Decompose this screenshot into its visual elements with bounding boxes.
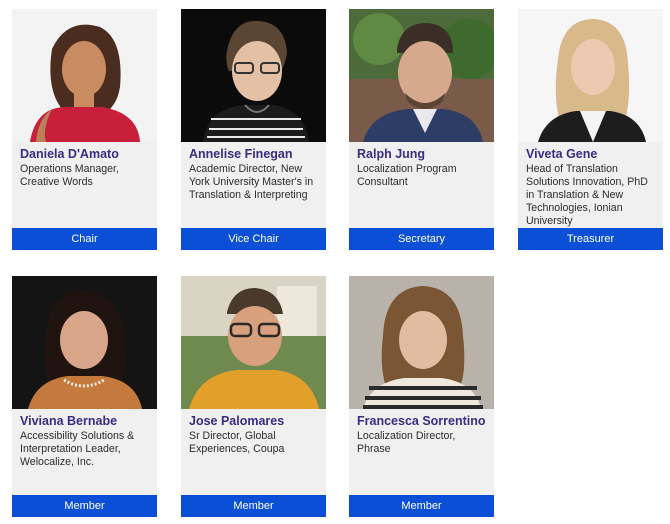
- member-name: Jose Palomares: [189, 414, 285, 428]
- member-title: Localization Director, Phrase: [357, 430, 456, 455]
- member-card-ralph: Ralph Jung Localization Program Consulta…: [349, 9, 494, 250]
- member-title: Sr Director, Global Experiences, Coupa: [189, 430, 285, 455]
- member-photo: [181, 9, 326, 142]
- role-button-vice-chair[interactable]: Vice Chair: [181, 228, 326, 250]
- member-photo: [12, 9, 157, 142]
- member-card-jose: Jose Palomares Sr Director, Global Exper…: [181, 276, 326, 517]
- role-button-treasurer[interactable]: Treasurer: [518, 228, 663, 250]
- member-name: Viviana Bernabe: [20, 414, 118, 428]
- member-name: Daniela D'Amato: [20, 147, 119, 161]
- member-title: Head of Translation Solutions Innovation…: [526, 163, 648, 227]
- role-button-chair[interactable]: Chair: [12, 228, 157, 250]
- member-name: Ralph Jung: [357, 147, 426, 161]
- role-button-member[interactable]: Member: [349, 495, 494, 517]
- member-card-francesca: Francesca Sorrentino Localization Direct…: [349, 276, 494, 517]
- member-card-viviana: Viviana Bernabe Accessibility Solutions …: [12, 276, 157, 517]
- member-title: Academic Director, New York University M…: [189, 163, 314, 201]
- member-name: Annelise Finegan: [189, 147, 293, 161]
- role-button-member[interactable]: Member: [12, 495, 157, 517]
- member-photo: [349, 276, 494, 409]
- member-photo: [12, 276, 157, 409]
- role-button-member[interactable]: Member: [181, 495, 326, 517]
- member-title: Operations Manager, Creative Words: [20, 163, 119, 188]
- member-name: Francesca Sorrentino: [357, 414, 486, 428]
- member-card-viveta: Viveta Gene Head of Translation Solution…: [518, 9, 663, 250]
- member-photo: [181, 276, 326, 409]
- role-button-secretary[interactable]: Secretary: [349, 228, 494, 250]
- member-photo: [518, 9, 663, 142]
- member-card-daniela: Daniela D'Amato Operations Manager, Crea…: [12, 9, 157, 250]
- member-name: Viveta Gene: [526, 147, 598, 161]
- member-title: Accessibility Solutions & Interpretation…: [20, 430, 135, 468]
- member-title: Localization Program Consultant: [357, 163, 457, 188]
- member-photo: [349, 9, 494, 142]
- member-card-annelise: Annelise Finegan Academic Director, New …: [181, 9, 326, 250]
